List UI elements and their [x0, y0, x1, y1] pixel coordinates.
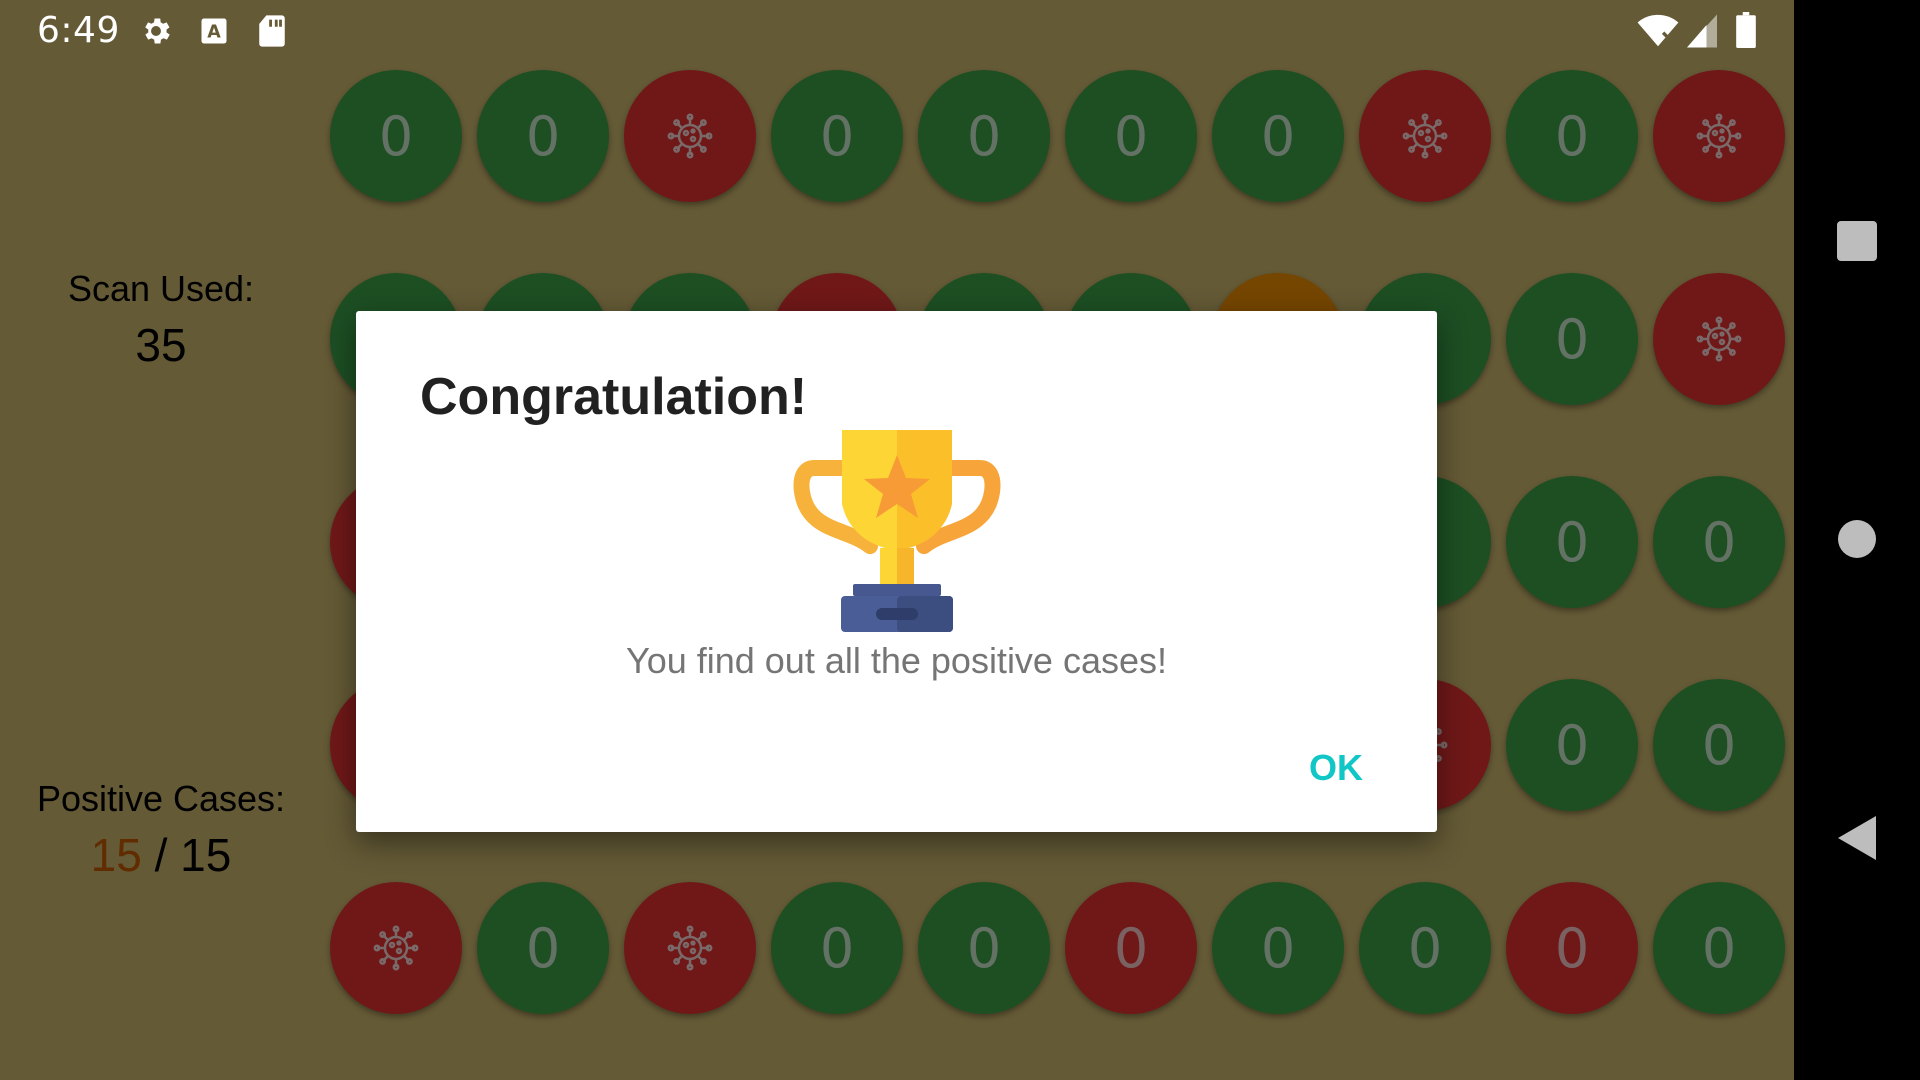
congratulation-dialog: Congratulation! You find out all the pos…	[356, 311, 1437, 832]
status-bar: 6:49 A	[0, 0, 1794, 62]
wifi-icon	[1637, 14, 1679, 53]
dialog-message: You find out all the positive cases!	[625, 640, 1168, 681]
cell-signal-icon	[1687, 14, 1717, 53]
status-time: 6:49	[37, 10, 120, 51]
back-triangle-icon[interactable]	[1794, 814, 1920, 862]
recents-square-icon[interactable]	[1794, 220, 1920, 262]
dialog-title: Congratulation!	[420, 368, 808, 426]
a-letter-icon: A	[199, 16, 229, 51]
ok-button[interactable]: OK	[1276, 738, 1396, 798]
navigation-bar	[1794, 0, 1920, 1080]
trophy-icon	[792, 428, 1002, 639]
battery-icon	[1736, 12, 1756, 53]
gear-icon	[139, 14, 173, 53]
home-circle-icon[interactable]	[1794, 518, 1920, 560]
sd-card-icon	[257, 14, 287, 53]
svg-text:A: A	[207, 22, 221, 42]
